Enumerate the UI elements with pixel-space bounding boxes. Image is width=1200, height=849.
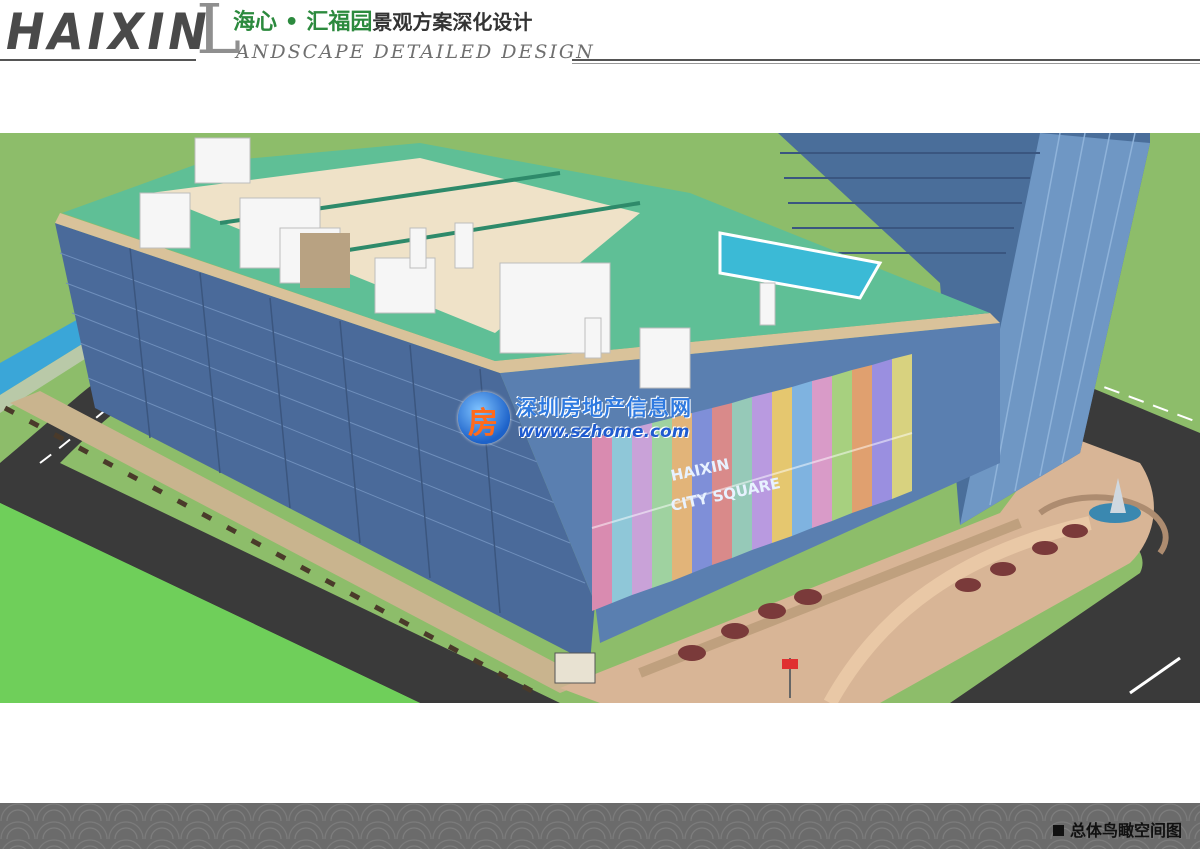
footer-caption-text: 总体鸟瞰空间图 [1069, 821, 1182, 840]
header-rule-left [0, 59, 196, 61]
roof-model-accent [300, 233, 350, 288]
gatehouse [554, 652, 596, 684]
header-rule-right-thin [572, 63, 1200, 64]
watermark: 房 深圳房地产信息网 www.szhome.com [458, 392, 758, 450]
brand-logo-text: HAIXIN [6, 3, 211, 61]
page-footer: 总体鸟瞰空间图 [0, 803, 1200, 849]
page-title: 海心 • 汇福园景观方案深化设计 [233, 8, 532, 37]
project-name: 海心 • 汇福园 [233, 10, 373, 35]
header-rule-right [572, 59, 1200, 61]
page-header: HAIXIN L 海心 • 汇福园景观方案深化设计 ANDSCAPE DETAI… [0, 0, 1200, 70]
right-road-edge [1190, 463, 1200, 703]
watermark-url: www.szhome.com [518, 422, 690, 442]
page-subtitle-en: ANDSCAPE DETAILED DESIGN [236, 41, 595, 63]
watermark-logo-mark: 房 [468, 406, 498, 441]
flag [782, 659, 798, 669]
design-phase-title: 景观方案深化设计 [372, 10, 533, 34]
watermark-site-name: 深圳房地产信息网 [516, 396, 692, 420]
caption-bullet-icon [1052, 825, 1064, 836]
footer-caption: 总体鸟瞰空间图 [1052, 817, 1182, 841]
watermark-logo: 房 [458, 392, 510, 444]
aerial-render: HAIXIN CITY SQUARE 房 深圳房地产信息网 www.szhome… [0, 133, 1200, 703]
